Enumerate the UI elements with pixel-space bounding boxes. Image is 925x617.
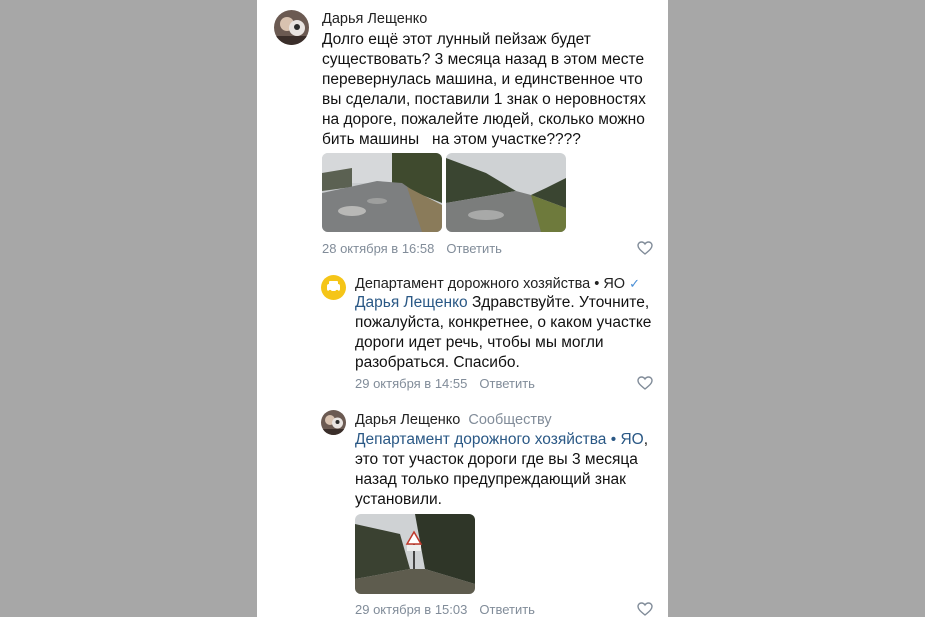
department-avatar[interactable] (321, 275, 346, 300)
comment-meta: 28 октября в 16:58 Ответить (322, 241, 502, 256)
text-line: дороги идет речь, чтобы мы могли (355, 334, 604, 351)
avatar[interactable] (274, 10, 309, 45)
comment-text: Долго ещё этот лунный пейзаж будет сущес… (322, 30, 662, 150)
text-fragment: , (643, 431, 649, 448)
reply-author-name[interactable]: Департамент дорожного хозяйства • ЯО (355, 276, 625, 292)
timestamp[interactable]: 28 октября в 16:58 (322, 241, 434, 256)
text-line: вы сделали, поставили 1 знак о неровност… (322, 91, 646, 108)
mention-link[interactable]: Дарья Лещенко (355, 294, 468, 311)
reply-author: Департамент дорожного хозяйства • ЯО ✓ (355, 276, 640, 292)
like-heart-icon[interactable] (637, 376, 653, 390)
attached-photo[interactable] (322, 153, 442, 232)
timestamp[interactable]: 29 октября в 14:55 (355, 376, 467, 391)
text-line: существовать? 3 месяца назад в этом мест… (322, 51, 645, 68)
reply-meta: 29 октября в 15:03 Ответить (355, 602, 535, 617)
reply-author-name[interactable]: Дарья Лещенко (355, 412, 460, 428)
reply-button[interactable]: Ответить (479, 602, 535, 617)
text-line: это тот участок дороги где вы 3 месяца (355, 451, 638, 468)
reply-button[interactable]: Ответить (446, 241, 502, 256)
like-heart-icon[interactable] (637, 241, 653, 255)
text-line: Долго ещё этот лунный пейзаж будет (322, 31, 591, 48)
text-line: на дороге, пожалейте людей, сколько можн… (322, 111, 645, 128)
attached-photo[interactable] (446, 153, 566, 232)
comment-author[interactable]: Дарья Лещенко (322, 11, 427, 27)
text-line: назад только предупреждающий знак (355, 471, 626, 488)
reply-meta: 29 октября в 14:55 Ответить (355, 376, 535, 391)
text-line: установили. (355, 491, 442, 508)
reply-button[interactable]: Ответить (479, 376, 535, 391)
text-line: перевернулась машина, и единственное что (322, 71, 643, 88)
text-line: пожалуйста, конкретнее, о каком участке (355, 314, 652, 331)
text-line: разобраться. Спасибо. (355, 354, 520, 371)
reply-author: Дарья Лещенко Сообществу (355, 412, 552, 428)
reply-text: Департамент дорожного хозяйства • ЯО, эт… (355, 430, 665, 510)
text-line: бить машины на этом участке???? (322, 131, 581, 148)
mention-link[interactable]: Департамент дорожного хозяйства • ЯО (355, 431, 644, 448)
text-line: Дарья Лещенко Здравствуйте. Уточните, (355, 293, 665, 313)
verified-icon: ✓ (629, 276, 640, 291)
avatar[interactable] (321, 410, 346, 435)
addressee-label: Сообществу (468, 412, 552, 428)
text-fragment: Здравствуйте. Уточните, (467, 294, 650, 311)
comments-panel: Дарья Лещенко Долго ещё этот лунный пейз… (257, 0, 668, 617)
like-heart-icon[interactable] (637, 602, 653, 616)
timestamp[interactable]: 29 октября в 15:03 (355, 602, 467, 617)
reply-text: Дарья Лещенко Здравствуйте. Уточните, по… (355, 293, 665, 373)
attached-photo[interactable] (355, 514, 475, 594)
text-line: Департамент дорожного хозяйства • ЯО, (355, 430, 665, 450)
